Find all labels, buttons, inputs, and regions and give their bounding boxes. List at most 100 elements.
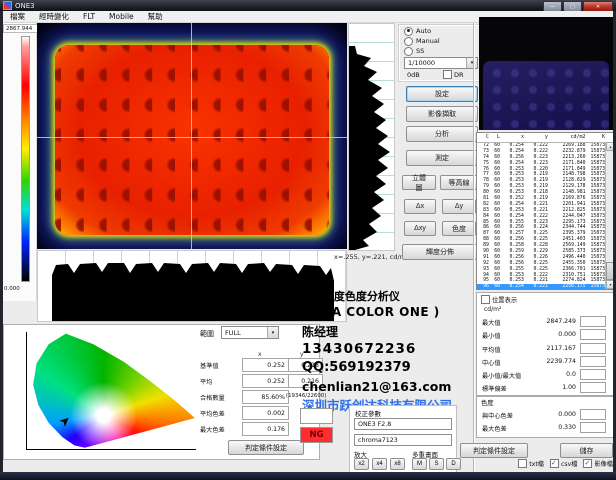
range-rows: 基準值0.2520.218平均0.2520.216合格數量85.60%(1934…: [200, 358, 318, 438]
stat-row: 中心值2239.774: [480, 355, 612, 368]
stat-label: 平均值: [482, 345, 501, 354]
shutter-value: 1/10000: [405, 59, 435, 67]
contact-line-5: chenlian21@163.com: [302, 379, 451, 394]
range-row-label: 基準值: [200, 361, 219, 370]
exposure-mode-row[interactable]: SS: [404, 46, 482, 56]
capture-button[interactable]: 影像擷取: [406, 106, 478, 122]
stat-label: 中心值: [482, 358, 501, 367]
contact-line-2: 陈经理: [302, 323, 338, 340]
radio-auto[interactable]: [404, 27, 413, 36]
chroma-label: 與中心色差: [482, 411, 513, 420]
range-x-value[interactable]: 85.60%: [242, 390, 289, 404]
multi-M-button[interactable]: M: [412, 458, 427, 470]
measure-button[interactable]: 測定: [406, 150, 478, 166]
table-row[interactable]: 96600.2540.2212256.17515873: [477, 284, 606, 289]
panel-divider: [473, 23, 475, 472]
window-border-left: [0, 11, 3, 472]
luminance-image[interactable]: [37, 23, 347, 249]
save-option-checkbox[interactable]: [518, 459, 527, 468]
save-button[interactable]: 儲存: [560, 443, 613, 458]
stat-limit-box[interactable]: [580, 316, 606, 327]
range-col-x: x: [258, 351, 262, 358]
zoom-x4-button[interactable]: x4: [372, 458, 387, 470]
chevron-down-icon[interactable]: ▾: [267, 327, 278, 338]
luminance-dist-button[interactable]: 輝度分佈: [402, 244, 478, 260]
table-cell: 96: [477, 284, 490, 289]
judge-condition-button-right[interactable]: 判定條件設定: [460, 443, 528, 458]
stat-limit-box[interactable]: [580, 329, 606, 340]
delta-xy-button[interactable]: Δxy: [404, 221, 436, 236]
stat-value: 0.000: [558, 331, 576, 338]
table-cell: 60: [490, 284, 501, 289]
result-box-empty: [300, 408, 333, 424]
measurement-table[interactable]: CLxycd/m2K 72600.2540.2222269.1881587373…: [476, 132, 615, 290]
chevron-down-icon[interactable]: ▾: [466, 58, 477, 68]
menu-item-2[interactable]: FLT: [76, 12, 102, 21]
exposure-mode-row[interactable]: Manual: [404, 36, 482, 46]
dr-checkbox[interactable]: [443, 70, 452, 79]
save-option-checkbox[interactable]: [550, 459, 559, 468]
range-x-value[interactable]: 0.252: [242, 358, 289, 372]
stat-limit-box[interactable]: [580, 356, 606, 367]
save-option-label: 影像檔: [594, 459, 613, 468]
position-rows: 最大值2847.249最小值0.000平均值2117.167中心值2239.77…: [480, 315, 612, 395]
position-display-row[interactable]: 位置表示: [481, 295, 517, 304]
dr-checkbox-row[interactable]: DR: [443, 70, 464, 79]
table-cell: 2256.175: [549, 284, 588, 289]
menu-item-0[interactable]: 檔案: [3, 11, 32, 22]
calibration-field-2[interactable]: chroma7123: [354, 434, 452, 446]
menu-item-1[interactable]: 經時變化: [32, 11, 76, 22]
save-option-checkbox[interactable]: [583, 459, 592, 468]
window-border-bottom: [0, 472, 616, 480]
range-x-value[interactable]: 0.252: [242, 374, 289, 388]
delta-x-button[interactable]: Δx: [404, 199, 436, 214]
chroma-value: 0.330: [558, 424, 576, 431]
chroma-label: 最大色差: [482, 424, 507, 433]
range-row-label: 合格數量: [200, 393, 225, 402]
stat-limit-box[interactable]: [580, 343, 606, 354]
scale-panel: [3, 23, 37, 301]
camera-preview-panel: [483, 61, 609, 130]
camera-preview: [479, 17, 613, 130]
menu-item-4[interactable]: 幫助: [141, 11, 170, 22]
judge-condition-button[interactable]: 判定條件設定: [228, 440, 304, 455]
position-display-checkbox[interactable]: [481, 295, 490, 304]
multi-S-button[interactable]: S: [429, 458, 444, 470]
stat-label: 最大值: [482, 318, 501, 327]
chromaticity-button[interactable]: 色度: [442, 221, 476, 236]
save-option[interactable]: 影像檔: [583, 459, 613, 468]
calibration-field-1[interactable]: ONE3 F2.8: [354, 418, 452, 430]
zoom-x2-button[interactable]: x2: [354, 458, 369, 470]
chroma-limit-box[interactable]: [580, 422, 606, 433]
ng-status-badge: NG: [300, 427, 333, 443]
range-row: 合格數量85.60%(19346/22600): [200, 390, 318, 406]
solid-view-button[interactable]: 立體圖: [402, 175, 436, 190]
window-title: ONE3: [15, 2, 35, 10]
delta-y-button[interactable]: Δy: [442, 199, 476, 214]
chroma-limit-box[interactable]: [580, 409, 606, 420]
table-body[interactable]: 72600.2540.2222269.1881587373600.2540.22…: [477, 143, 606, 289]
title-bar[interactable]: ONE3 — ▢ ✕: [0, 0, 616, 11]
menu-item-3[interactable]: Mobile: [102, 12, 141, 21]
range-dropdown[interactable]: FULL ▾: [221, 326, 279, 339]
stat-limit-box[interactable]: [580, 382, 606, 393]
range-x-value[interactable]: 0.176: [242, 422, 289, 436]
radio-ss[interactable]: [404, 47, 413, 56]
chroma-row: 最大色差 0.330: [480, 421, 612, 434]
exposure-mode-row[interactable]: Auto: [404, 26, 482, 36]
range-row-label: 最大色差: [200, 425, 225, 434]
multi-D-button[interactable]: D: [446, 458, 461, 470]
set-button[interactable]: 設定: [406, 86, 478, 102]
shutter-dropdown[interactable]: 1/10000 ▾: [404, 57, 478, 69]
range-x-value[interactable]: 0.002: [242, 406, 289, 420]
chroma-value: 0.000: [558, 411, 576, 418]
save-option[interactable]: txt檔: [518, 459, 544, 468]
stat-row: 最大值2847.249: [480, 315, 612, 328]
range-label: 範圍: [200, 329, 214, 339]
radio-manual[interactable]: [404, 37, 413, 46]
analyze-button[interactable]: 分析: [406, 126, 478, 142]
stat-value: 0.0: [566, 371, 576, 378]
stat-limit-box[interactable]: [580, 369, 606, 380]
zoom-x8-button[interactable]: x8: [390, 458, 405, 470]
save-option[interactable]: csv檔: [550, 459, 577, 468]
